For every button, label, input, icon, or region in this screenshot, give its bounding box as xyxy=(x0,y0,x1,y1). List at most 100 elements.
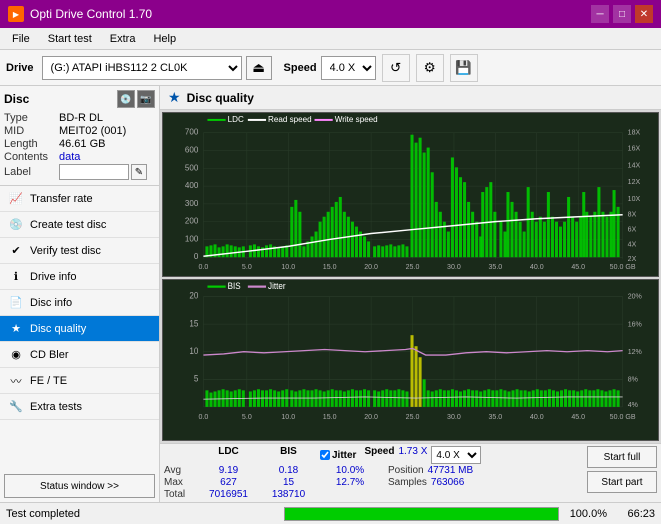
svg-text:18X: 18X xyxy=(628,130,641,137)
samples-val: 763066 xyxy=(431,477,464,488)
menu-file[interactable]: File xyxy=(4,31,38,47)
type-label: Type xyxy=(4,112,59,124)
speed-sel[interactable]: 4.0 X xyxy=(431,446,481,464)
svg-text:25.0: 25.0 xyxy=(406,412,420,421)
label-edit-button[interactable]: ✎ xyxy=(131,164,147,180)
max-jitter: 12.7% xyxy=(320,477,380,488)
svg-text:50.0 GB: 50.0 GB xyxy=(610,264,636,271)
disc-title: Disc xyxy=(4,92,29,106)
bis-chart: 20 15 10 5 20% 16% 12% 8% 4% 0.0 5.0 10.… xyxy=(162,279,659,441)
svg-text:16X: 16X xyxy=(628,146,641,153)
nav-cd-bler[interactable]: ◉ CD Bler xyxy=(0,342,159,368)
svg-text:Jitter: Jitter xyxy=(268,280,286,290)
label-label: Label xyxy=(4,166,59,178)
length-value: 46.61 GB xyxy=(59,138,105,150)
start-full-button[interactable]: Start full xyxy=(587,446,657,468)
svg-text:BIS: BIS xyxy=(228,280,241,290)
nav-fe-te[interactable]: 〰 FE / TE xyxy=(0,368,159,394)
svg-text:16%: 16% xyxy=(628,319,643,328)
extra-tests-icon: 🔧 xyxy=(8,399,24,415)
svg-text:50.0 GB: 50.0 GB xyxy=(610,412,636,421)
svg-text:12%: 12% xyxy=(628,347,643,356)
speed-select[interactable]: 4.0 X xyxy=(321,56,376,80)
svg-text:0.0: 0.0 xyxy=(198,264,208,271)
svg-text:10.0: 10.0 xyxy=(281,264,295,271)
progress-bar-fill xyxy=(285,508,559,520)
svg-text:5: 5 xyxy=(194,373,199,383)
charts-area: 700 600 500 400 300 200 100 0 18X 16X 14… xyxy=(160,110,661,443)
svg-text:45.0: 45.0 xyxy=(571,264,585,271)
ldc-chart-svg: 700 600 500 400 300 200 100 0 18X 16X 14… xyxy=(163,113,658,276)
disc-icon-1[interactable]: 💿 xyxy=(117,90,135,108)
svg-text:10: 10 xyxy=(189,346,198,356)
fe-te-icon: 〰 xyxy=(8,373,24,389)
svg-text:40.0: 40.0 xyxy=(530,264,544,271)
drive-select[interactable]: (G:) ATAPI iHBS112 2 CL0K xyxy=(42,56,242,80)
svg-text:20%: 20% xyxy=(628,291,643,300)
app-icon: ▶ xyxy=(8,6,24,22)
close-button[interactable]: ✕ xyxy=(635,5,653,23)
svg-text:300: 300 xyxy=(185,199,199,208)
maximize-button[interactable]: □ xyxy=(613,5,631,23)
svg-text:35.0: 35.0 xyxy=(488,412,502,421)
save-button[interactable]: 💾 xyxy=(450,54,478,82)
minimize-button[interactable]: ─ xyxy=(591,5,609,23)
nav-disc-quality[interactable]: ★ Disc quality xyxy=(0,316,159,342)
svg-text:25.0: 25.0 xyxy=(406,264,420,271)
type-value: BD-R DL xyxy=(59,112,103,124)
label-input[interactable] xyxy=(59,164,129,180)
nav-transfer-rate-label: Transfer rate xyxy=(30,193,93,205)
bis-col-header: BIS xyxy=(261,446,316,464)
eject-button[interactable]: ⏏ xyxy=(246,56,272,80)
disc-icon-2[interactable]: 📷 xyxy=(137,90,155,108)
chart-header-icon: ★ xyxy=(168,89,181,106)
nav-create-test-disc-label: Create test disc xyxy=(30,219,106,231)
sidebar-nav: 📈 Transfer rate 💿 Create test disc ✔ Ver… xyxy=(0,186,159,470)
total-bis: 138710 xyxy=(261,489,316,500)
max-label: Max xyxy=(164,477,196,488)
svg-text:20: 20 xyxy=(189,290,198,300)
nav-drive-info-label: Drive info xyxy=(30,271,76,283)
progress-bar xyxy=(284,507,560,521)
svg-text:LDC: LDC xyxy=(228,115,244,124)
svg-text:200: 200 xyxy=(185,217,199,226)
title-bar-text: Opti Drive Control 1.70 xyxy=(30,7,152,21)
nav-verify-test-disc[interactable]: ✔ Verify test disc xyxy=(0,238,159,264)
nav-create-test-disc[interactable]: 💿 Create test disc xyxy=(0,212,159,238)
jitter-checkbox[interactable] xyxy=(320,450,330,460)
max-ldc: 627 xyxy=(196,477,261,488)
total-ldc: 7016951 xyxy=(196,489,261,500)
svg-text:4%: 4% xyxy=(628,400,639,409)
sidebar: Disc 💿 📷 Type BD-R DL MID MEIT02 (001) L… xyxy=(0,86,160,502)
svg-text:5.0: 5.0 xyxy=(242,264,252,271)
nav-transfer-rate[interactable]: 📈 Transfer rate xyxy=(0,186,159,212)
menu-bar: File Start test Extra Help xyxy=(0,28,661,50)
ldc-col-header: LDC xyxy=(196,446,261,464)
chart-header: ★ Disc quality xyxy=(160,86,661,110)
menu-help[interactable]: Help xyxy=(145,31,184,47)
menu-extra[interactable]: Extra xyxy=(102,31,144,47)
nav-extra-tests[interactable]: 🔧 Extra tests xyxy=(0,394,159,420)
nav-disc-info[interactable]: 📄 Disc info xyxy=(0,290,159,316)
nav-cd-bler-label: CD Bler xyxy=(30,349,69,361)
chart-title: Disc quality xyxy=(187,91,254,105)
time-text: 66:23 xyxy=(615,508,655,520)
menu-start-test[interactable]: Start test xyxy=(40,31,100,47)
status-window-button[interactable]: Status window >> xyxy=(4,474,155,498)
bis-chart-svg: 20 15 10 5 20% 16% 12% 8% 4% 0.0 5.0 10.… xyxy=(163,280,658,440)
svg-text:40.0: 40.0 xyxy=(530,412,544,421)
settings-button[interactable]: ⚙ xyxy=(416,54,444,82)
svg-text:Write speed: Write speed xyxy=(335,115,378,124)
disc-quality-icon: ★ xyxy=(8,321,24,337)
start-part-button[interactable]: Start part xyxy=(587,471,657,493)
position-label: Position xyxy=(388,465,424,476)
svg-text:600: 600 xyxy=(185,146,199,155)
svg-text:5.0: 5.0 xyxy=(242,412,252,421)
content-area: ★ Disc quality xyxy=(160,86,661,502)
svg-text:100: 100 xyxy=(185,235,199,244)
refresh-button[interactable]: ↺ xyxy=(382,54,410,82)
svg-text:0.0: 0.0 xyxy=(198,412,208,421)
nav-drive-info[interactable]: ℹ Drive info xyxy=(0,264,159,290)
svg-text:6X: 6X xyxy=(628,227,637,234)
svg-text:700: 700 xyxy=(185,128,199,137)
